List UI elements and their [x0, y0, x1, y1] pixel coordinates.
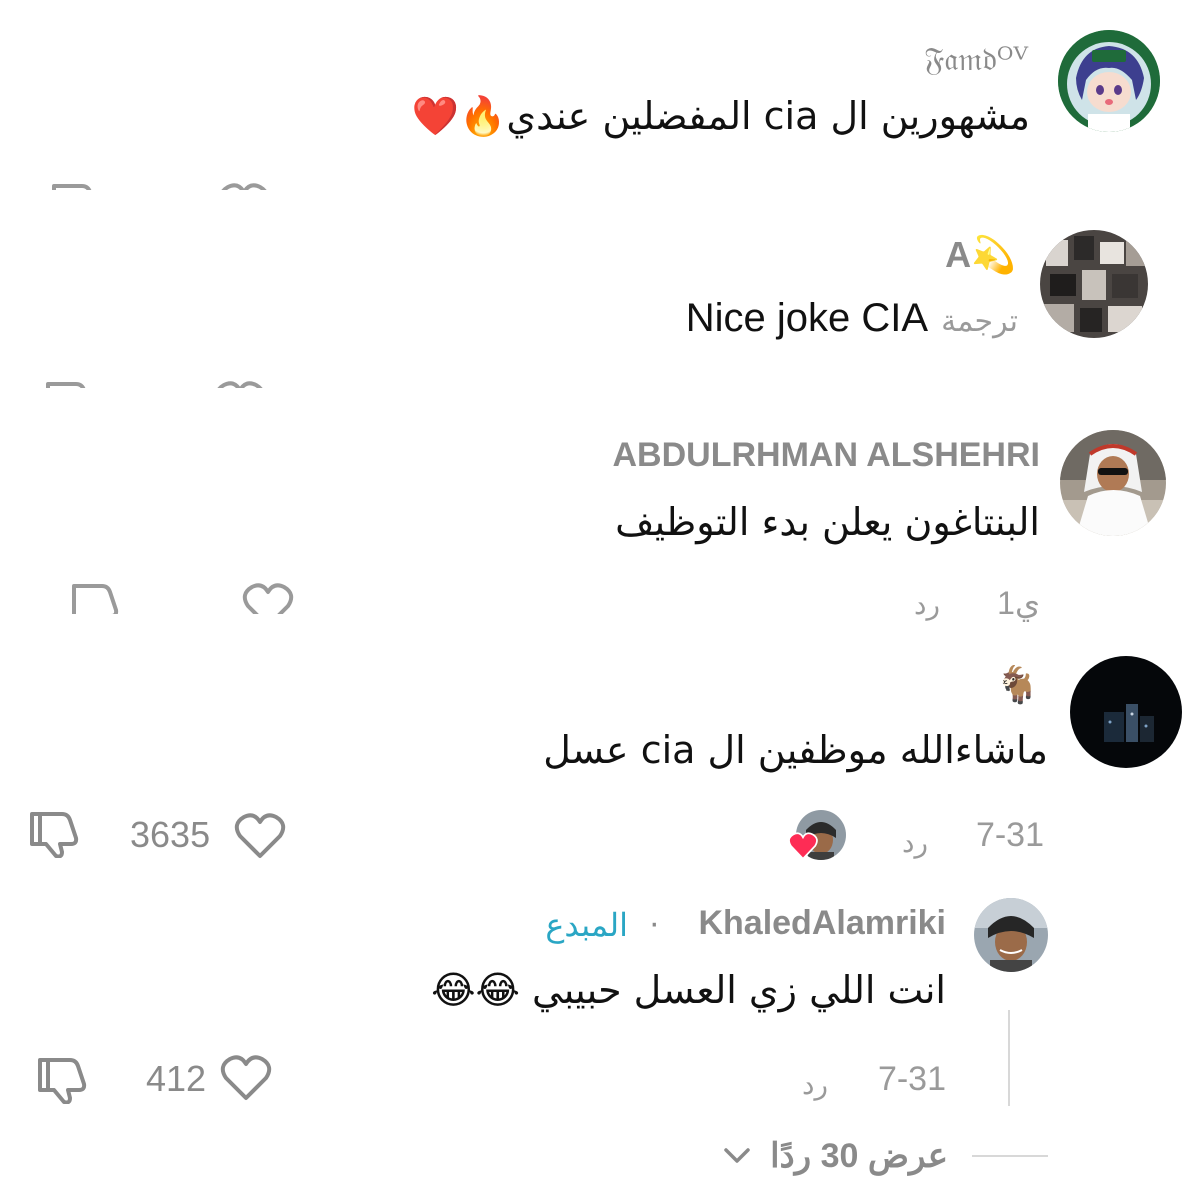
- avatar[interactable]: [1040, 230, 1148, 338]
- comment-text: البنتاغون يعلن بدء التوظيف: [615, 500, 1040, 544]
- thumbs-down-icon[interactable]: [66, 580, 122, 614]
- reply-username-text[interactable]: KhaledAlamriki: [698, 904, 946, 942]
- comment-username[interactable]: 🐐: [995, 664, 1040, 706]
- chevron-down-icon[interactable]: [722, 1146, 752, 1166]
- comment-time: 1ي: [997, 585, 1040, 621]
- avatar[interactable]: [1058, 30, 1160, 132]
- avatar[interactable]: [1060, 430, 1166, 536]
- avatar[interactable]: [974, 898, 1048, 972]
- view-replies-divider: [972, 1155, 1048, 1157]
- comment-1-actions: [40, 178, 300, 190]
- reply-username[interactable]: KhaledAlamriki: [698, 904, 946, 943]
- creator-badge: المبدع: [545, 907, 628, 943]
- reply-thread-line: [1008, 1010, 1010, 1106]
- thumbs-down-icon[interactable]: [40, 378, 96, 388]
- comment-time: 7-31: [975, 816, 1044, 854]
- thumbs-down-icon[interactable]: [26, 808, 82, 858]
- heart-outline-icon[interactable]: [234, 812, 286, 860]
- heart-outline-icon[interactable]: [218, 182, 270, 190]
- heart-outline-icon[interactable]: [214, 380, 266, 388]
- comment-3-actions: [60, 578, 320, 614]
- thumbs-down-icon[interactable]: [34, 1054, 90, 1104]
- thumbs-down-icon[interactable]: [46, 180, 102, 190]
- like-count: 3635: [130, 814, 211, 855]
- reply-text: انت اللي زي العسل حبيبي 😂😂: [431, 968, 946, 1012]
- reply-button[interactable]: رد: [802, 1068, 828, 1101]
- comment-text: Nice joke CIA: [685, 296, 928, 340]
- comment-text: مشهورين ال cia المفضلين عندي🔥❤️: [411, 94, 1030, 138]
- comment-2-actions: [34, 376, 294, 388]
- translate-link[interactable]: ترجمة: [941, 304, 1018, 339]
- comment-username[interactable]: A💫: [945, 234, 1016, 276]
- separator-dot: ·: [648, 904, 660, 942]
- comment-text: ماشاءالله موظفين ال cia عسل: [543, 728, 1048, 772]
- comment-username[interactable]: 𝔉𝔞𝔪𝔡ᴼⱽ: [924, 40, 1028, 79]
- reply-time: 7-31: [877, 1060, 946, 1098]
- view-replies-button[interactable]: عرض 30 ردًا: [770, 1136, 948, 1176]
- heart-outline-icon[interactable]: [220, 1054, 272, 1102]
- avatar[interactable]: [1070, 656, 1182, 768]
- heart-outline-icon[interactable]: [242, 582, 294, 614]
- comment-username[interactable]: ABDULRHMAN ALSHEHRI: [613, 436, 1041, 475]
- like-count: 412: [146, 1058, 207, 1099]
- heart-filled-icon: [788, 832, 818, 860]
- reply-button[interactable]: رد: [902, 826, 928, 859]
- reply-button[interactable]: رد: [914, 588, 940, 621]
